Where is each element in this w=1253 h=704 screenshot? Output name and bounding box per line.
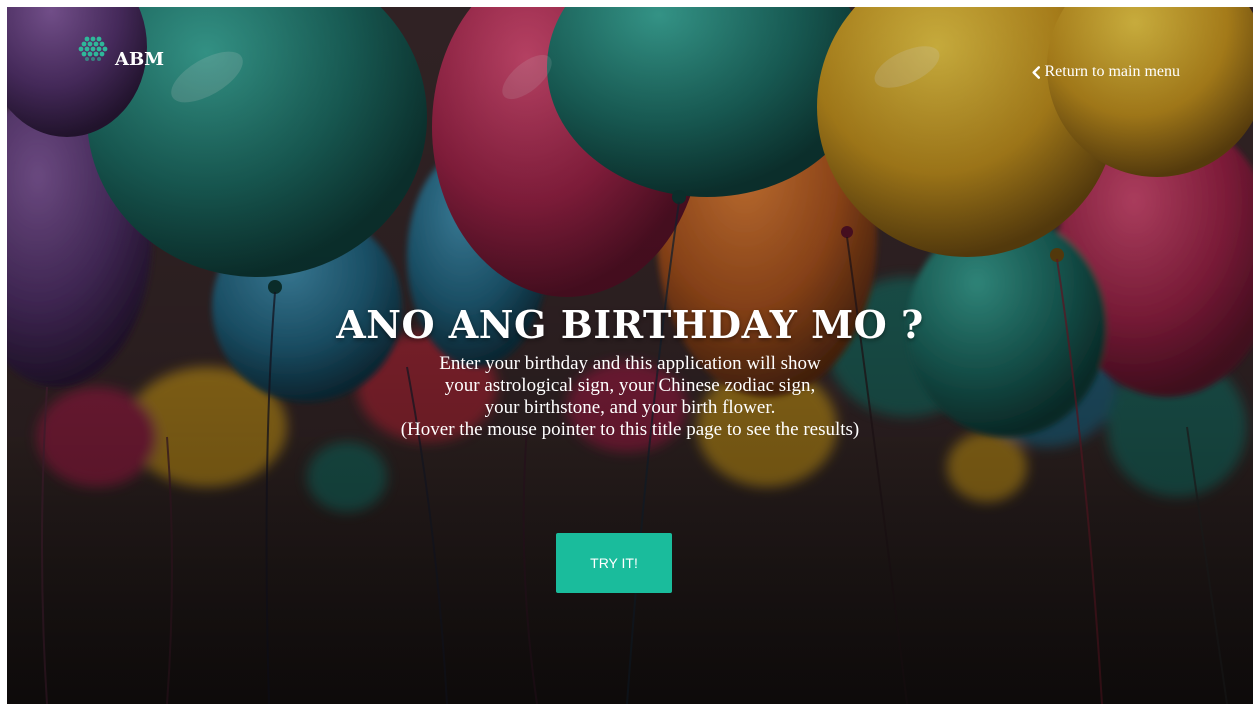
chevron-left-icon <box>1032 65 1041 79</box>
description-line: your astrological sign, your Chinese zod… <box>444 375 816 396</box>
page-frame: ABM Return to main menu ANO ANG BIRTHDAY… <box>7 7 1253 704</box>
brand-logo[interactable]: ABM <box>73 33 164 73</box>
return-main-menu-label: Return to main menu <box>1044 63 1180 80</box>
try-it-button[interactable]: TRY IT! <box>556 533 672 593</box>
page-title: ANO ANG BIRTHDAY MO ? <box>336 302 924 347</box>
return-main-menu-link[interactable]: Return to main menu <box>1031 63 1180 81</box>
description-line: your birthstone, and your birth flower. <box>484 397 776 418</box>
brand-name: ABM <box>115 49 165 70</box>
hexagon-dots-icon <box>78 36 108 61</box>
hero-description: Enter your birthday and this application… <box>7 353 1253 441</box>
description-line: (Hover the mouse pointer to this title p… <box>400 419 860 440</box>
description-line: Enter your birthday and this application… <box>439 353 821 374</box>
hero-section[interactable]: ANO ANG BIRTHDAY MO ? Enter your birthda… <box>7 302 1253 441</box>
